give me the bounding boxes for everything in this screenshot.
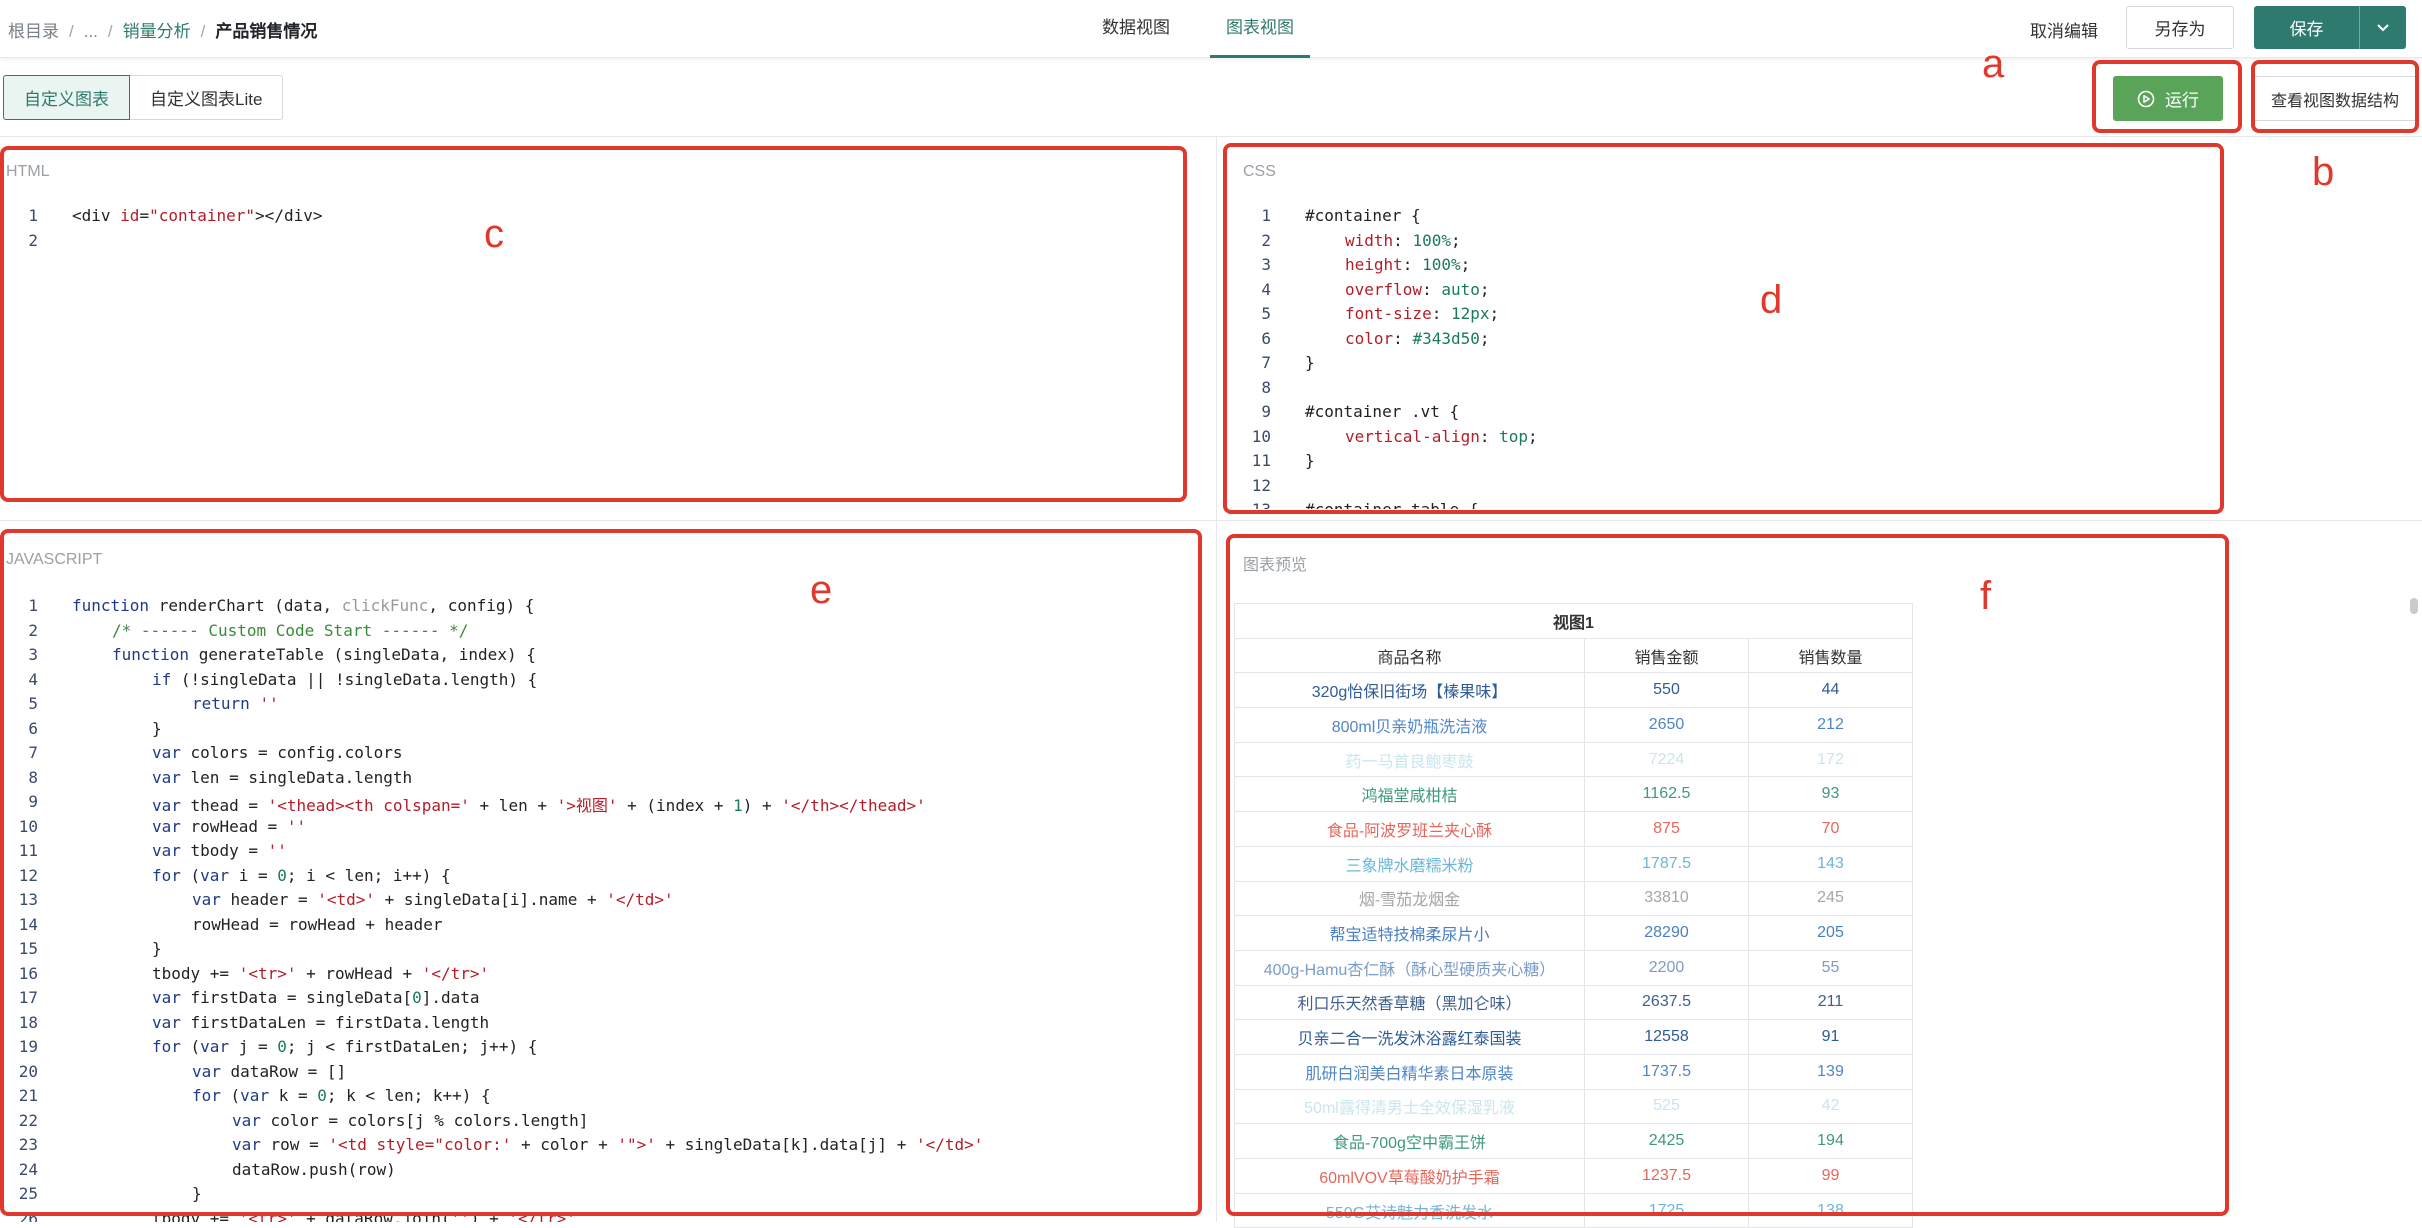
breadcrumb-separator: / — [200, 22, 206, 41]
cancel-edit-button[interactable]: 取消编辑 — [2030, 17, 2098, 42]
tab-custom-chart-lite[interactable]: 自定义图表Lite — [130, 75, 284, 120]
annotation-label-b: b — [2312, 150, 2335, 194]
save-dropdown-button[interactable] — [2360, 6, 2406, 49]
chevron-down-icon — [2377, 23, 2389, 31]
divider — [0, 136, 2422, 137]
annotation-label-a: a — [1982, 42, 2005, 86]
divider — [1216, 136, 1217, 1222]
save-label: 保存 — [2289, 20, 2324, 39]
annotation-box-c — [0, 146, 1187, 502]
breadcrumb-parent[interactable]: 销量分析 — [123, 22, 191, 41]
tab-custom-chart[interactable]: 自定义图表 — [3, 75, 130, 120]
annotation-label-c: c — [484, 212, 504, 256]
breadcrumb-separator: / — [69, 22, 74, 41]
annotation-box-b — [2251, 60, 2419, 133]
top-bar: 根目录 /... / 销量分析 / 产品销售情况 数据视图 图表视图 取消编辑 另存为 保… — [0, 0, 2422, 58]
breadcrumb: 根目录 /... / 销量分析 / 产品销售情况 — [8, 17, 317, 42]
divider — [0, 520, 2422, 521]
chart-type-tabs: 自定义图表 自定义图表Lite — [3, 75, 284, 120]
breadcrumb-ellipsis[interactable]: ... — [84, 22, 98, 41]
annotation-box-e — [0, 529, 1202, 1216]
save-as-label: 另存为 — [2154, 20, 2206, 39]
annotation-box-f — [1226, 534, 2229, 1216]
tab-data-view[interactable]: 数据视图 — [1086, 0, 1186, 58]
annotation-label-d: d — [1760, 278, 1783, 322]
breadcrumb-current: 产品销售情况 — [215, 22, 318, 41]
save-button[interactable]: 保存 — [2254, 6, 2360, 49]
annotation-box-a — [2092, 60, 2242, 133]
tab-chart-view[interactable]: 图表视图 — [1210, 0, 1310, 58]
breadcrumb-root[interactable]: 根目录 — [8, 22, 59, 41]
save-as-button[interactable]: 另存为 — [2126, 6, 2234, 49]
save-button-group: 保存 — [2254, 6, 2406, 49]
breadcrumb-separator: / — [107, 22, 113, 41]
annotation-label-f: f — [1980, 574, 1992, 618]
annotation-box-d — [1223, 143, 2224, 514]
scrollbar[interactable] — [2410, 598, 2418, 614]
annotation-label-e: e — [810, 568, 833, 612]
